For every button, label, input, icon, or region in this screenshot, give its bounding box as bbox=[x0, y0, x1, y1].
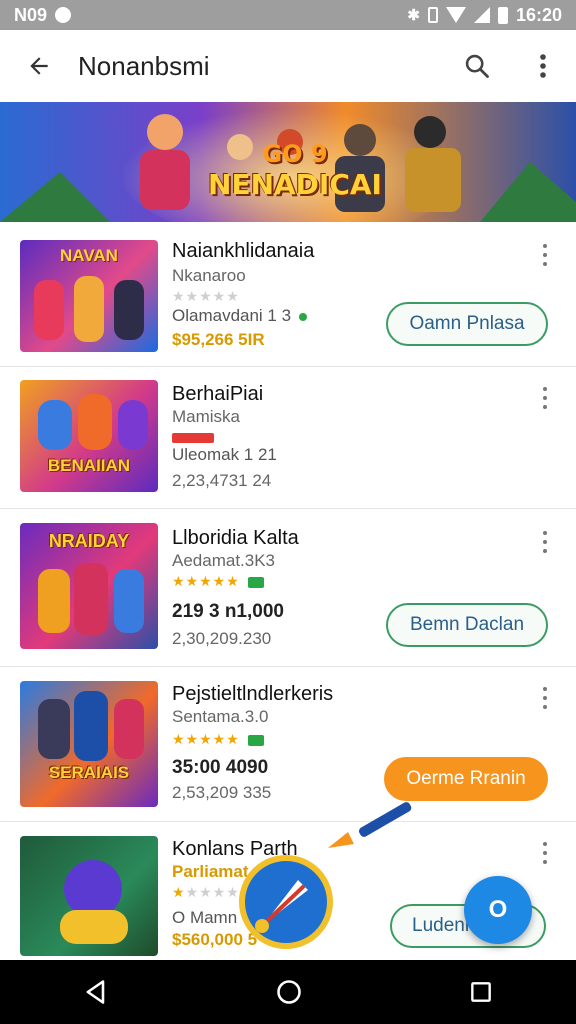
app-name: BerhaiPiai bbox=[172, 383, 264, 405]
notification-icon bbox=[55, 7, 72, 23]
rating-stars: ★★★★★ bbox=[172, 573, 264, 590]
app-thumbnail bbox=[20, 836, 158, 956]
rating-badge bbox=[247, 734, 264, 746]
app-meta: 35:00 4090 bbox=[172, 757, 269, 778]
nav-back-icon[interactable] bbox=[82, 978, 110, 1006]
rating-stars: ★★★★★ bbox=[172, 288, 240, 304]
app-thumbnail: BENAIIAN bbox=[20, 380, 158, 492]
rating-stars: ★★★★★ bbox=[172, 884, 240, 900]
list-item[interactable]: BENAIIAN BerhaiPiai Mamiska Uleomak 1 21… bbox=[0, 367, 576, 509]
list-item[interactable]: SERAIAIS Pejstieltlndlerkeris Sentama.3.… bbox=[0, 667, 576, 822]
item-more-button[interactable] bbox=[536, 387, 554, 409]
app-developer: Mamiska bbox=[172, 407, 241, 426]
search-icon bbox=[465, 54, 489, 78]
app-downloads: 2,53,209 335 bbox=[172, 783, 272, 802]
thumb-text: NAVAN bbox=[60, 246, 118, 265]
thumb-text: SERAIAIS bbox=[48, 763, 130, 782]
floating-action-button[interactable]: O bbox=[464, 876, 532, 944]
app-developer: Nkanaroo bbox=[172, 266, 246, 285]
app-bar: Nonanbsmi bbox=[0, 30, 576, 102]
app-downloads: 2,30,209.230 bbox=[172, 629, 272, 648]
rating-badge bbox=[247, 576, 264, 588]
nav-recents-icon[interactable] bbox=[468, 979, 494, 1005]
pointer-icon bbox=[328, 802, 412, 848]
app-name: Pejstieltlndlerkeris bbox=[172, 683, 334, 705]
app-price: $95,266 5IR bbox=[172, 330, 265, 349]
sale-badge bbox=[172, 433, 214, 443]
search-button[interactable] bbox=[444, 30, 510, 102]
install-button[interactable]: Oamn Pnlasa bbox=[386, 302, 548, 346]
app-meta: O Mamn bbox=[172, 908, 238, 927]
thumb-text: BENAIIAN bbox=[47, 456, 131, 475]
vibrate-icon bbox=[427, 7, 438, 23]
page-title: Nonanbsmi bbox=[78, 50, 210, 81]
rocket-badge-icon bbox=[239, 855, 333, 949]
item-more-button[interactable] bbox=[536, 531, 554, 553]
banner-line2: NENADICAI bbox=[208, 168, 382, 201]
app-meta: Uleomak 1 21 bbox=[172, 445, 277, 464]
system-nav-bar bbox=[0, 960, 576, 1024]
rating-stars: ★★★★★ bbox=[172, 731, 264, 748]
banner-line1: GO 9 bbox=[262, 140, 328, 168]
app-name: Naiankhlidanaia bbox=[172, 240, 315, 262]
app-downloads: 2,23,4731 24 bbox=[172, 471, 272, 490]
app-meta: 219 3 n1,000 bbox=[172, 601, 284, 622]
list-item[interactable]: NRAIDAY Llboridia Kalta Aedamat.3K3 ★★★★… bbox=[0, 509, 576, 667]
list-item[interactable]: NAVAN Naiankhlidanaia Nkanaroo ★★★★★ Ola… bbox=[0, 222, 576, 367]
signal-icon bbox=[473, 7, 490, 23]
install-button[interactable]: Bemn Daclan bbox=[386, 603, 548, 647]
wifi-icon bbox=[445, 7, 466, 23]
status-time: 16:20 bbox=[515, 4, 562, 25]
app-meta: Olamavdani 1 3 bbox=[172, 306, 308, 326]
arrow-back-icon bbox=[30, 57, 48, 75]
status-bar: N09 ✱ 16:20 bbox=[0, 0, 576, 30]
more-vert-icon bbox=[540, 54, 546, 78]
app-list: NAVAN Naiankhlidanaia Nkanaroo ★★★★★ Ola… bbox=[0, 222, 576, 960]
verified-badge-icon bbox=[299, 312, 308, 321]
featured-banner[interactable]: GO 9 NENADICAI bbox=[0, 102, 576, 222]
back-button[interactable] bbox=[0, 30, 78, 102]
item-more-button[interactable] bbox=[536, 687, 554, 709]
thumb-text: NRAIDAY bbox=[48, 531, 130, 551]
app-thumbnail: NRAIDAY bbox=[20, 523, 158, 649]
item-more-button[interactable] bbox=[536, 842, 554, 864]
app-thumbnail: SERAIAIS bbox=[20, 681, 158, 807]
item-more-button[interactable] bbox=[536, 244, 554, 266]
battery-icon bbox=[497, 6, 508, 24]
app-developer: Sentama.3.0 bbox=[172, 707, 269, 726]
nav-home-icon[interactable] bbox=[275, 978, 303, 1006]
fab-label: O bbox=[488, 896, 508, 923]
overflow-menu-button[interactable] bbox=[510, 30, 576, 102]
status-left-text: N09 bbox=[14, 4, 48, 25]
banner-title: GO 9 NENADICAI bbox=[205, 140, 385, 201]
bluetooth-icon: ✱ bbox=[407, 7, 420, 24]
app-name: Llboridia Kalta bbox=[172, 527, 299, 549]
app-developer: Aedamat.3K3 bbox=[172, 551, 276, 570]
app-thumbnail: NAVAN bbox=[20, 240, 158, 352]
